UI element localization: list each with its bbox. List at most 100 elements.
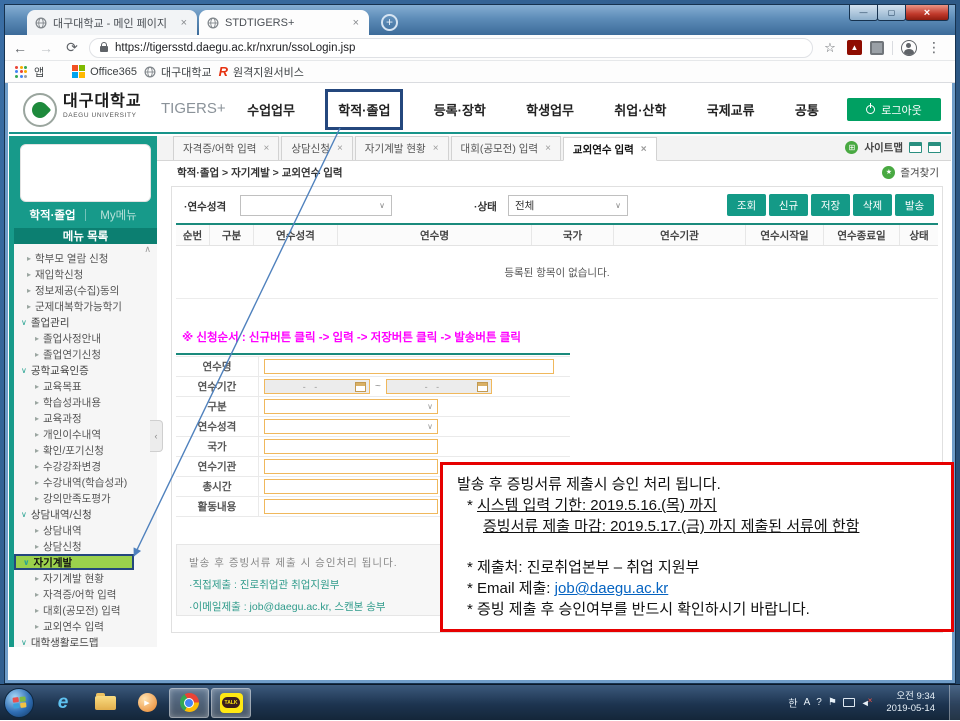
nature-select[interactable]: ∨ [264, 419, 438, 434]
activity-input[interactable] [264, 499, 438, 514]
sitemap-link[interactable]: 사이트맵 [864, 140, 903, 155]
sidebar-item[interactable]: ▸상담신청 [14, 538, 157, 554]
save-button[interactable]: 저장 [811, 194, 850, 216]
taskbar-media-player-button[interactable]: ▶ [127, 688, 167, 718]
menu-collapse-icon[interactable]: ∧ [144, 244, 151, 255]
maximize-button[interactable]: ▢ [877, 5, 906, 21]
bookmark-office365[interactable]: Office365 [72, 65, 137, 78]
favorites-link[interactable]: ★ 즐겨찾기 [882, 165, 939, 180]
sidebar-item[interactable]: ▸졸업연기신청 [14, 346, 157, 362]
show-desktop-button[interactable] [949, 685, 960, 721]
new-button[interactable]: 신규 [769, 194, 808, 216]
sidebar-item[interactable]: ▸재입학신청 [14, 266, 157, 282]
chrome-menu-icon[interactable]: ⋮ [925, 39, 943, 56]
action-center-flag-icon[interactable]: ⚑ [828, 697, 837, 708]
calendar-icon[interactable] [477, 382, 488, 392]
volume-muted-icon[interactable]: ◄× [861, 698, 875, 708]
tab-close-icon[interactable]: × [263, 143, 269, 154]
tab-close-icon[interactable]: × [179, 17, 189, 29]
apps-grid-icon[interactable] [15, 66, 27, 78]
bookmark-remote-support[interactable]: R 원격지원서비스 [219, 64, 304, 80]
new-tab-button[interactable]: + [381, 14, 398, 31]
type-select[interactable]: ∨ [264, 399, 438, 414]
end-date-input[interactable]: - - [386, 379, 492, 394]
mdi-tab-off-campus-training[interactable]: 교외연수 입력× [563, 137, 657, 161]
start-date-input[interactable]: - - [264, 379, 370, 394]
popup-window-icon[interactable] [909, 142, 922, 153]
sidebar-item[interactable]: ▸확인/포기신청 [14, 442, 157, 458]
sidebar-item[interactable]: ▸학부모 열람 신청 [14, 250, 157, 266]
sidebar-item[interactable]: ▸졸업사정안내 [14, 330, 157, 346]
ime-mode-indicator[interactable]: A [804, 697, 811, 708]
sidebar-tab-records[interactable]: 학적·졸업 [20, 207, 85, 223]
tab-close-icon[interactable]: × [351, 17, 361, 29]
browser-tab-1[interactable]: 대구대학교 - 메인 페이지 × [27, 10, 197, 35]
send-button[interactable]: 발송 [895, 194, 934, 216]
forward-icon[interactable]: → [37, 40, 55, 56]
mdi-tab-contest[interactable]: 대회(공모전) 입력× [451, 136, 561, 160]
display-tray-icon[interactable] [843, 698, 855, 707]
help-tray-icon[interactable]: ? [816, 697, 822, 708]
pdf-extension-icon[interactable]: ▲ [847, 40, 862, 55]
close-all-windows-icon[interactable] [928, 142, 941, 153]
nav-item-common[interactable]: 공통 [785, 92, 829, 127]
sidebar-item[interactable]: ▸교육과정 [14, 410, 157, 426]
sidebar-item[interactable]: ▸수강내역(학습성과) [14, 474, 157, 490]
nav-item-records-graduation[interactable]: 학적·졸업 [325, 89, 403, 130]
taskbar-clock[interactable]: 오전 9:34 2019-05-14 [886, 691, 935, 715]
browser-tab-2[interactable]: STDTIGERS+ × [199, 10, 369, 35]
sidebar-item-off-campus-training[interactable]: ▸교외연수 입력 [14, 618, 157, 634]
mdi-tab-self-dev-status[interactable]: 자기계발 현황× [355, 136, 449, 160]
sidebar-item[interactable]: ▸군제대복학가능학기 [14, 298, 157, 314]
email-link[interactable]: job@daegu.ac.kr [555, 580, 669, 597]
mdi-tab-certificates[interactable]: 자격증/어학 입력× [173, 136, 279, 160]
delete-button[interactable]: 삭제 [853, 194, 892, 216]
sidebar-tab-mymenu[interactable]: My메뉴 [86, 207, 151, 223]
training-name-input[interactable] [264, 359, 554, 374]
taskbar-ie-button[interactable]: e [43, 688, 83, 718]
bookmark-star-icon[interactable]: ☆ [821, 40, 839, 56]
taskbar-kakaotalk-button[interactable]: TALK [211, 688, 251, 718]
search-button[interactable]: 조회 [727, 194, 766, 216]
calendar-icon[interactable] [355, 382, 366, 392]
sidebar-item[interactable]: ▸학습성과내용 [14, 394, 157, 410]
nav-item-student-affairs[interactable]: 학생업무 [516, 92, 584, 127]
taskbar-chrome-button[interactable] [169, 688, 209, 718]
sidebar-collapse-handle[interactable]: ‹ [150, 420, 163, 452]
bookmark-apps[interactable]: 앱 [34, 64, 44, 80]
sidebar-item[interactable]: ▸대회(공모전) 입력 [14, 602, 157, 618]
back-icon[interactable]: ← [11, 40, 29, 56]
sidebar-group[interactable]: ∨대학생활로드맵 [14, 634, 157, 647]
logout-button[interactable]: 로그아웃 [847, 98, 941, 121]
nav-item-classes[interactable]: 수업업무 [237, 92, 305, 127]
nav-item-international[interactable]: 국제교류 [697, 92, 765, 127]
nav-item-registration[interactable]: 등록·장학 [424, 92, 496, 127]
sidebar-item[interactable]: ▸자격증/어학 입력 [14, 586, 157, 602]
tab-close-icon[interactable]: × [545, 143, 551, 154]
sidebar-item[interactable]: ▸교육목표 [14, 378, 157, 394]
refresh-icon[interactable]: ⟳ [63, 39, 81, 56]
sidebar-group[interactable]: ∨상담내역/신청 [14, 506, 157, 522]
taskbar-explorer-button[interactable] [85, 688, 125, 718]
institution-input[interactable] [264, 459, 438, 474]
sidebar-group-self-development[interactable]: ∨자기계발 [14, 554, 134, 570]
tab-close-icon[interactable]: × [337, 143, 343, 154]
sidebar-item[interactable]: ▸강의만족도평가 [14, 490, 157, 506]
total-hours-input[interactable] [264, 479, 438, 494]
mdi-tab-counsel[interactable]: 상담신청× [281, 136, 352, 160]
nav-item-employment[interactable]: 취업·산학 [604, 92, 676, 127]
training-nature-select[interactable]: ∨ [240, 195, 392, 216]
sidebar-group[interactable]: ∨공학교육인증 [14, 362, 157, 378]
tab-close-icon[interactable]: × [433, 143, 439, 154]
ime-korean-indicator[interactable]: 한 [788, 695, 797, 710]
sidebar-item[interactable]: ▸개인이수내역 [14, 426, 157, 442]
country-input[interactable] [264, 439, 438, 454]
status-select[interactable]: 전체∨ [508, 195, 628, 216]
sidebar-item[interactable]: ▸자기계발 현황 [14, 570, 157, 586]
profile-avatar-icon[interactable] [901, 40, 917, 56]
tab-close-icon[interactable]: × [641, 144, 647, 155]
bookmark-daegu-univ[interactable]: 대구대학교 [144, 64, 212, 80]
close-button[interactable]: × [905, 5, 949, 21]
address-bar[interactable]: https://tigersstd.daegu.ac.kr/nxrun/ssoL… [89, 38, 813, 58]
minimize-button[interactable]: — [849, 5, 878, 21]
